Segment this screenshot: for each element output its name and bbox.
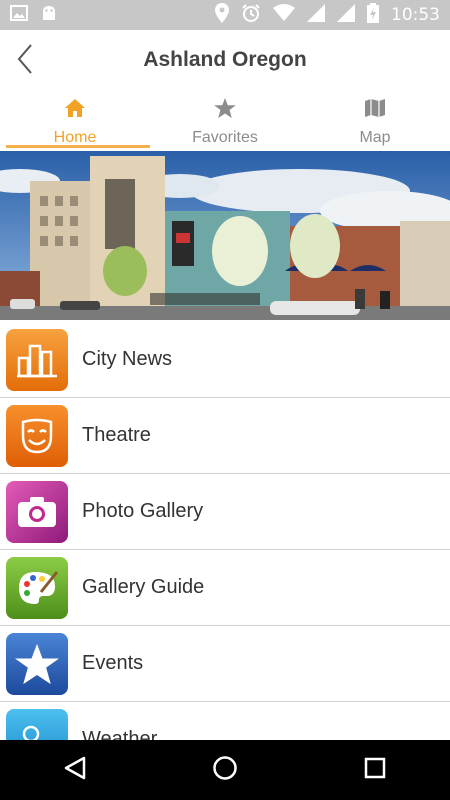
list-item-label: Photo Gallery <box>82 500 204 522</box>
tab-favorites[interactable]: Favorites <box>150 92 300 150</box>
list-item-label: City News <box>82 348 173 370</box>
app-header: Ashland Oregon <box>0 30 450 92</box>
list-item-photo-gallery[interactable]: Photo Gallery <box>0 474 450 550</box>
star-icon <box>6 632 68 695</box>
list-item-gallery-guide[interactable]: Gallery Guide <box>0 550 450 626</box>
battery-icon <box>367 2 379 28</box>
image-icon <box>10 4 28 26</box>
page-title: Ashland Oregon <box>143 48 307 71</box>
list-item-label: Weather <box>82 728 158 740</box>
city-buildings-icon <box>6 328 68 391</box>
tab-bar: Home Favorites Map <box>0 92 450 150</box>
recents-nav-icon <box>364 757 386 784</box>
list-item-weather[interactable]: Weather <box>0 702 450 740</box>
system-nav-bar <box>0 740 450 800</box>
back-nav-icon <box>64 756 86 785</box>
alarm-icon <box>241 3 261 28</box>
list-item-label: Events <box>82 652 144 674</box>
tab-label: Home <box>53 129 97 146</box>
list-item-label: Gallery Guide <box>82 576 205 598</box>
weather-icon <box>6 708 68 740</box>
menu-list: City News Theatre Photo Gallery Gallery … <box>0 322 450 740</box>
tab-label: Favorites <box>192 129 258 146</box>
tab-home[interactable]: Home <box>0 92 150 150</box>
map-icon <box>364 98 386 123</box>
tab-map[interactable]: Map <box>300 92 450 150</box>
status-time: 10:53 <box>391 5 440 25</box>
list-item-events[interactable]: Events <box>0 626 450 702</box>
list-item-theatre[interactable]: Theatre <box>0 398 450 474</box>
hero-image <box>0 151 450 320</box>
android-icon <box>40 4 58 27</box>
nav-back-button[interactable] <box>45 740 105 800</box>
list-item-label: Theatre <box>82 424 151 446</box>
camera-icon <box>6 480 68 543</box>
signal-icon <box>307 3 325 27</box>
signal-icon <box>337 3 355 27</box>
wifi-icon <box>273 3 295 27</box>
theatre-mask-icon <box>6 404 68 467</box>
home-nav-icon <box>212 755 238 786</box>
status-bar: 10:53 <box>0 0 450 30</box>
star-icon <box>214 98 236 123</box>
palette-icon <box>6 556 68 619</box>
location-icon <box>215 2 229 28</box>
nav-recents-button[interactable] <box>345 740 405 800</box>
list-item-city-news[interactable]: City News <box>0 322 450 398</box>
nav-home-button[interactable] <box>195 740 255 800</box>
home-icon <box>64 98 86 123</box>
tab-label: Map <box>359 129 391 146</box>
